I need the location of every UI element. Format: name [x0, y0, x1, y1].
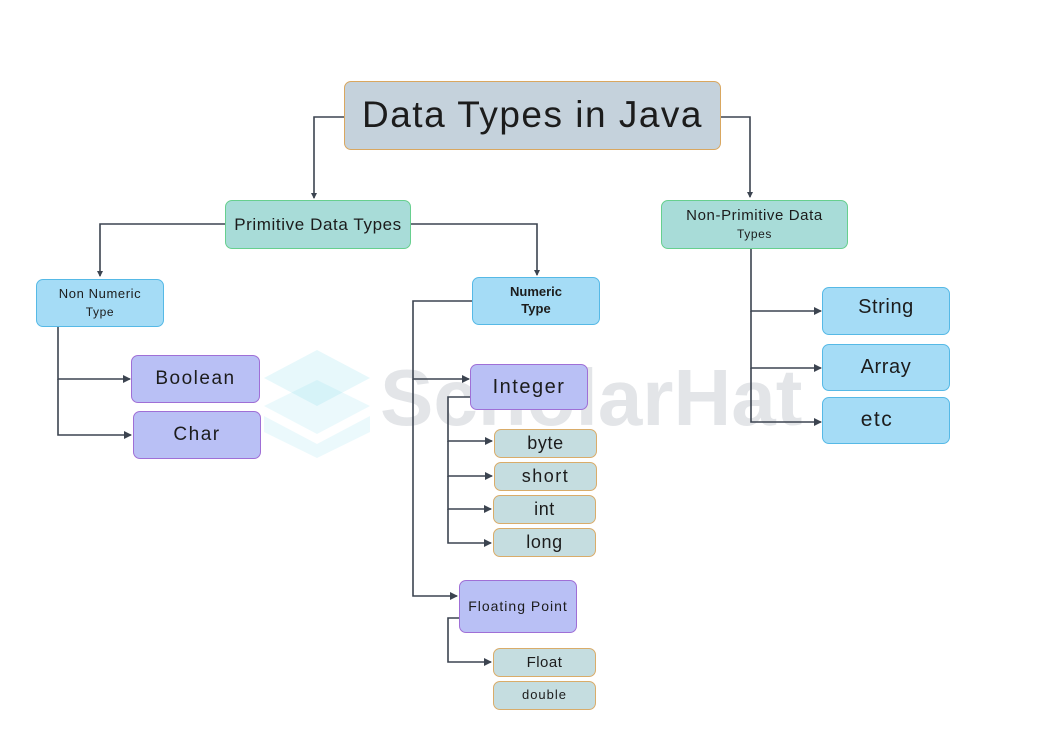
- diagram-canvas: ScholarHat Data Types in Java Primitive …: [0, 0, 1042, 745]
- link-integer-long: [447, 509, 492, 547]
- link-root-primitive: [311, 116, 345, 199]
- link-primitive-nonnumeric: [97, 223, 226, 277]
- non-numeric-label-line1: Non Numeric: [58, 285, 142, 301]
- link-nonnumeric-boolean: [57, 326, 131, 383]
- floating-point-node[interactable]: Floating Point: [459, 580, 577, 633]
- non-primitive-node[interactable]: Non-Primitive Data Types: [661, 200, 848, 249]
- link-nonnumeric-char: [57, 379, 132, 439]
- long-node[interactable]: long: [493, 528, 596, 557]
- etc-label: etc: [860, 408, 894, 432]
- array-label: Array: [860, 356, 912, 378]
- int-label: int: [534, 499, 555, 520]
- non-primitive-label-line1: Non-Primitive Data: [686, 206, 823, 224]
- float-node[interactable]: Float: [493, 648, 596, 677]
- non-primitive-label-line2: Types: [736, 227, 772, 242]
- numeric-label-line2: Type: [521, 301, 551, 316]
- link-integer-short: [447, 441, 493, 480]
- short-label: short: [521, 466, 570, 487]
- non-numeric-label-line2: Type: [85, 304, 115, 319]
- boolean-label: Boolean: [155, 368, 236, 390]
- etc-node[interactable]: etc: [822, 397, 950, 444]
- byte-node[interactable]: byte: [494, 429, 597, 458]
- double-node[interactable]: double: [493, 681, 596, 710]
- non-numeric-node[interactable]: Non Numeric Type: [36, 279, 164, 327]
- string-label: String: [858, 295, 914, 318]
- link-numeric-integer: [412, 300, 472, 383]
- link-primitive-numeric: [410, 223, 540, 276]
- floating-point-label: Floating Point: [468, 598, 568, 615]
- char-label: Char: [173, 424, 221, 446]
- double-label: double: [521, 687, 568, 703]
- float-label: Float: [526, 653, 563, 671]
- numeric-node[interactable]: Numeric Type: [472, 277, 600, 325]
- byte-label: byte: [527, 433, 564, 454]
- integer-node[interactable]: Integer: [470, 364, 588, 410]
- link-nonprimitive-etc: [750, 368, 822, 426]
- link-nonprimitive-string: [750, 249, 822, 315]
- link-integer-int: [447, 476, 492, 513]
- long-label: long: [526, 532, 563, 553]
- string-node[interactable]: String: [822, 287, 950, 335]
- primitive-node[interactable]: Primitive Data Types: [225, 200, 411, 249]
- root-node[interactable]: Data Types in Java: [344, 81, 721, 150]
- integer-label: Integer: [492, 375, 566, 398]
- link-nonprimitive-array: [750, 311, 822, 372]
- link-root-nonprimitive: [720, 116, 753, 198]
- numeric-label-line1: Numeric: [509, 284, 563, 300]
- array-node[interactable]: Array: [822, 344, 950, 391]
- short-node[interactable]: short: [494, 462, 597, 491]
- primitive-label: Primitive Data Types: [234, 214, 402, 234]
- link-numeric-floating: [412, 379, 458, 600]
- root-label: Data Types in Java: [362, 94, 703, 136]
- char-node[interactable]: Char: [133, 411, 261, 459]
- boolean-node[interactable]: Boolean: [131, 355, 260, 403]
- int-node[interactable]: int: [493, 495, 596, 524]
